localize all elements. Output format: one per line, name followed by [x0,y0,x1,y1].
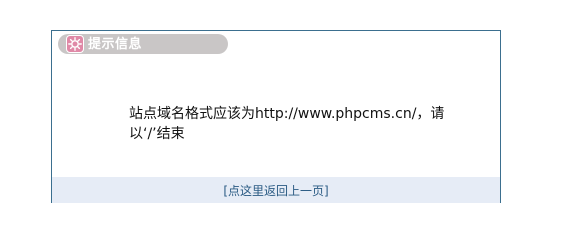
back-link[interactable]: [点这里返回上一页] [223,182,328,199]
gear-icon-graphic [68,37,82,51]
gear-icon [66,35,84,53]
dialog-footer: [点这里返回上一页] [52,177,500,203]
dialog-title-bar: 提示信息 [58,34,228,54]
dialog-title: 提示信息 [88,36,143,52]
message-dialog: 提示信息 站点域名格式应该为http://www.phpcms.cn/，请以‘/… [51,30,501,203]
page-canvas: 提示信息 站点域名格式应该为http://www.phpcms.cn/，请以‘/… [0,0,564,227]
dialog-message: 站点域名格式应该为http://www.phpcms.cn/，请以‘/’结束 [129,106,445,142]
